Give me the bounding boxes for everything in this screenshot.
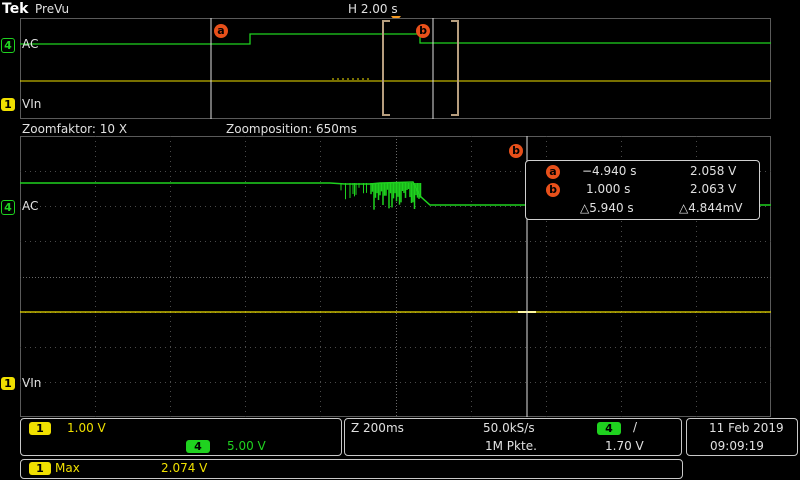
main-cursor-b-tag[interactable]: b	[509, 144, 523, 158]
ch4-scale[interactable]: 5.00 V	[227, 439, 266, 453]
main-ch4-label: AC	[22, 199, 39, 213]
readout-delta-voltage: △4.844mV	[679, 201, 743, 215]
preview-ch1-label: VIn	[22, 97, 42, 111]
horizontal-scale[interactable]: H 2.00 s	[348, 2, 398, 16]
record-length: 1M Pkte.	[485, 439, 537, 453]
trigger-slope-icon[interactable]: /	[633, 420, 637, 434]
cursor-readout-panel[interactable]: a −4.940 s 2.058 V b 1.000 s 2.063 V △5.…	[525, 160, 760, 220]
ch1-scale[interactable]: 1.00 V	[67, 421, 106, 435]
zoom-timebase[interactable]: Z 200ms	[351, 421, 404, 435]
readout-a-voltage: 2.058 V	[690, 164, 737, 178]
zoom-factor[interactable]: Zoomfaktor: 10 X	[22, 122, 127, 136]
datetime-panel: 11 Feb 2019 09:09:19	[686, 418, 798, 456]
preview-cursor-b-tag[interactable]: b	[416, 24, 430, 38]
ch4-scale-marker: 4	[186, 440, 210, 453]
main-ch1-label: VIn	[22, 376, 42, 390]
trigger-level[interactable]: 1.70 V	[605, 439, 644, 453]
channel-settings-panel[interactable]: 1 1.00 V 4 5.00 V	[20, 418, 342, 456]
ch1-scale-marker: 1	[29, 422, 51, 435]
trigger-channel-marker: 4	[597, 422, 621, 435]
measurement-value: 2.074 V	[161, 461, 208, 475]
sample-rate: 50.0kS/s	[483, 421, 535, 435]
preview-ch4-marker[interactable]: 4	[1, 38, 15, 53]
readout-b-voltage: 2.063 V	[690, 182, 737, 196]
prevu-label: PreVu	[35, 2, 70, 16]
readout-a-time: −4.940 s	[582, 164, 637, 178]
measurement-channel-marker: 1	[29, 462, 51, 475]
measurement-panel[interactable]: 1 Max 2.074 V	[20, 459, 683, 479]
preview-ch4-label: AC	[22, 37, 39, 51]
preview-ch1-marker[interactable]: 1	[1, 98, 15, 111]
timebase-trigger-panel[interactable]: Z 200ms 50.0kS/s 1M Pkte. 4 / 1.70 V	[344, 418, 682, 456]
readout-cursor-b-tag: b	[546, 183, 560, 197]
measurement-label: Max	[55, 461, 80, 475]
readout-delta-time: △5.940 s	[580, 201, 634, 215]
date-display: 11 Feb 2019	[709, 421, 784, 435]
zoom-position[interactable]: Zoomposition: 650ms	[226, 122, 357, 136]
preview-cursor-a-tag[interactable]: a	[214, 24, 228, 38]
time-display: 09:09:19	[710, 439, 764, 453]
readout-cursor-a-tag: a	[546, 165, 560, 179]
main-ch4-marker[interactable]: 4	[1, 200, 15, 215]
preview-waveform-window[interactable]	[20, 18, 771, 119]
tek-logo: Tek	[2, 1, 29, 17]
readout-b-time: 1.000 s	[586, 182, 631, 196]
main-ch1-marker[interactable]: 1	[1, 377, 15, 390]
